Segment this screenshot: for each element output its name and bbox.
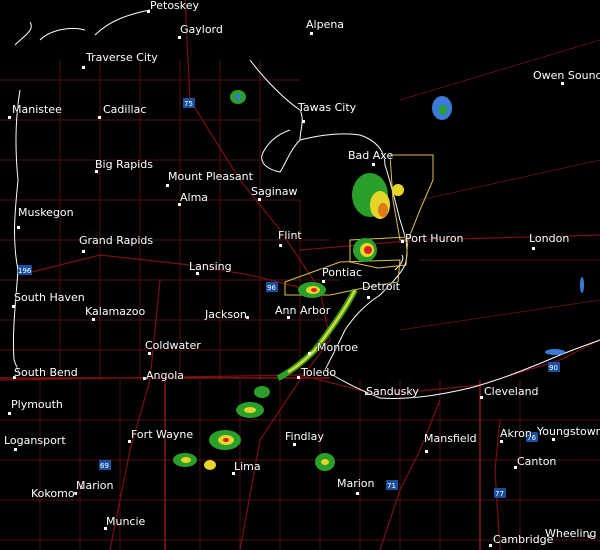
i75-shield: 75 — [183, 98, 195, 108]
city-jackson: Jackson — [205, 308, 247, 321]
city-dot — [17, 226, 20, 229]
city-youngstown: Youngstown — [537, 425, 600, 438]
i69-shield: 69 — [99, 460, 111, 470]
city-alma: Alma — [180, 191, 209, 204]
city-marion-oh: Marion — [337, 477, 375, 490]
city-akron: Akron — [500, 427, 532, 440]
city-dot — [532, 247, 535, 250]
city-london: London — [529, 232, 570, 245]
city-findlay: Findlay — [285, 430, 324, 443]
city-dot — [8, 412, 11, 415]
city-dot — [293, 443, 296, 446]
city-south-bend: South Bend — [14, 366, 78, 379]
city-dot — [561, 82, 564, 85]
city-dot — [322, 280, 325, 283]
i96-shield: 96 — [266, 282, 278, 292]
city-plymouth: Plymouth — [11, 398, 63, 411]
city-dot — [12, 305, 15, 308]
i77-shield: 77 — [494, 488, 506, 498]
i71-shield: 71 — [386, 480, 398, 490]
city-canton: Canton — [517, 455, 557, 468]
city-dot — [148, 352, 151, 355]
city-logansport: Logansport — [4, 434, 66, 447]
city-dot — [279, 244, 282, 247]
city-muncie: Muncie — [106, 515, 146, 528]
city-dot — [258, 198, 261, 201]
city-dot — [92, 318, 95, 321]
svg-text:71: 71 — [387, 482, 396, 490]
city-dot — [166, 184, 169, 187]
city-dot — [367, 296, 370, 299]
i196-shield: 196 — [18, 265, 32, 275]
city-dot — [98, 116, 101, 119]
city-kokomo: Kokomo — [31, 487, 75, 500]
city-cleveland: Cleveland — [484, 385, 539, 398]
city-coldwater: Coldwater — [145, 339, 201, 352]
city-toledo: Toledo — [301, 366, 337, 379]
city-dot — [302, 120, 305, 123]
city-dot — [480, 396, 483, 399]
city-mansfield: Mansfield — [424, 432, 477, 445]
city-grand-rapids: Grand Rapids — [79, 234, 154, 247]
city-kalamazoo: Kalamazoo — [85, 305, 146, 318]
city-dot — [297, 376, 300, 379]
city-marion-in: Marion — [76, 479, 114, 492]
city-monroe: Monroe — [317, 341, 358, 354]
svg-text:96: 96 — [267, 284, 276, 292]
city-lansing: Lansing — [189, 260, 232, 273]
city-tawas-city: Tawas City — [298, 101, 357, 114]
city-petoskey: Petoskey — [150, 0, 200, 12]
svg-text:196: 196 — [18, 267, 32, 275]
city-gaylord: Gaylord — [180, 23, 223, 36]
city-fort-wayne: Fort Wayne — [131, 428, 194, 441]
city-dot — [82, 250, 85, 253]
city-lima: Lima — [234, 460, 261, 473]
highway-shields: 75 96 196 69 90 71 77 76 — [18, 98, 560, 498]
city-dot — [82, 66, 85, 69]
svg-text:69: 69 — [100, 462, 109, 470]
city-owen-sound: Owen Sound — [533, 69, 600, 82]
city-dot — [310, 32, 313, 35]
city-dot — [372, 163, 375, 166]
city-big-rapids: Big Rapids — [95, 158, 153, 171]
city-ann-arbor: Ann Arbor — [275, 304, 331, 317]
city-port-huron: Port Huron — [405, 232, 464, 245]
city-dot — [14, 448, 17, 451]
city-muskegon: Muskegon — [18, 206, 74, 219]
city-angola: Angola — [146, 369, 185, 382]
i90-shield: 90 — [548, 362, 560, 372]
city-cadillac: Cadillac — [103, 103, 147, 116]
city-detroit: Detroit — [362, 280, 400, 293]
city-dot — [425, 450, 428, 453]
city-dot — [178, 36, 181, 39]
city-south-haven: South Haven — [14, 291, 85, 304]
city-traverse-city: Traverse City — [86, 51, 158, 64]
city-dot — [308, 352, 311, 355]
svg-text:90: 90 — [549, 364, 558, 372]
city-sandusky: Sandusky — [366, 385, 419, 398]
city-dot — [356, 492, 359, 495]
city-saginaw: Saginaw — [251, 185, 298, 198]
city-dot — [401, 240, 404, 243]
city-dot — [489, 544, 492, 547]
svg-text:77: 77 — [495, 490, 504, 498]
city-dot — [552, 438, 555, 441]
city-dot — [8, 116, 11, 119]
city-alpena: Alpena — [306, 18, 345, 31]
svg-text:75: 75 — [184, 100, 193, 108]
city-dot — [500, 440, 503, 443]
radar-map: 75 96 196 69 90 71 77 76 Petoskey Gaylor… — [0, 0, 600, 550]
city-bad-axe: Bad Axe — [348, 149, 394, 162]
city-cambridge: Cambridge — [493, 533, 554, 546]
city-pontiac: Pontiac — [322, 266, 363, 279]
city-flint: Flint — [278, 229, 302, 242]
city-manistee: Manistee — [12, 103, 62, 116]
city-mount-pleasant: Mount Pleasant — [168, 170, 253, 183]
